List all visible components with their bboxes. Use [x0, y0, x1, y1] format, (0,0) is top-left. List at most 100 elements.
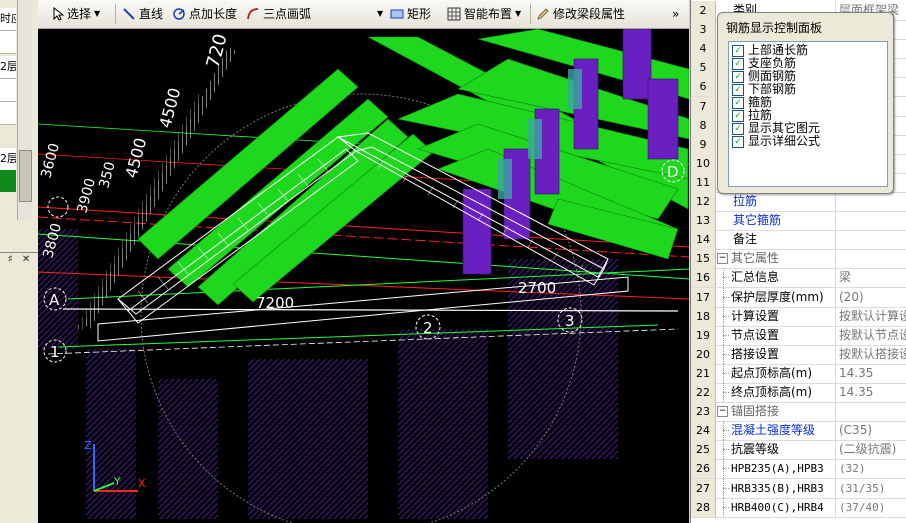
left-list-item[interactable]: 2层 — [0, 56, 16, 79]
checkbox-icon[interactable]: ✓ — [732, 57, 744, 70]
row-number: 15 — [691, 249, 716, 269]
select-button[interactable]: 选择 ▼ — [52, 4, 100, 24]
property-row[interactable]: 18 计算设置 按默认计算设 — [691, 306, 906, 327]
property-name: 其它属性 — [731, 251, 780, 266]
row-number: 27 — [691, 478, 716, 498]
property-name: HPB235(A),HPB3 — [715, 459, 835, 479]
checkbox-icon[interactable]: ✓ — [732, 96, 744, 109]
close-icon[interactable]: ✕ — [22, 254, 30, 265]
property-value[interactable]: 按默认搭接设 — [835, 344, 906, 364]
property-row[interactable]: 28 HRB400(C),HRB4 (37/40) — [691, 497, 906, 518]
property-row[interactable]: 16 汇总信息梁 — [691, 268, 906, 289]
left-dock-panel: 时应 2层 2层 ♯ ✕ — [0, 0, 39, 523]
dim-label: 4500 — [122, 136, 151, 180]
left-list-item[interactable]: 时应 — [0, 8, 16, 31]
pin-icon[interactable]: ♯ — [8, 254, 13, 265]
property-value[interactable]: (C35) — [835, 421, 906, 441]
three-point-arc-button[interactable]: 三点画弧 — [246, 4, 311, 24]
arc-dropdown-button[interactable]: ▼ — [374, 4, 383, 24]
checkbox-icon[interactable]: ✓ — [732, 70, 744, 83]
property-name: 混凝土强度等级 — [715, 421, 835, 441]
line-icon — [123, 8, 135, 20]
chevron-down-icon: ▼ — [94, 9, 101, 18]
scroll-thumb[interactable] — [19, 150, 32, 202]
property-row[interactable]: 19 节点设置 按默认节点设 — [691, 325, 906, 346]
drawing-toolbar: 选择 ▼ 直线 点加长度 三点画弧 ▼ 矩形 智能布置 ▼ 修改梁段属性 » — [38, 0, 689, 29]
property-row[interactable]: 23− 锚固搭接 — [691, 402, 906, 423]
property-name: 终点顶标高(m) — [715, 383, 835, 402]
rebar-options-list: ✓ 上部通长筋 ✓ 支座负筋 ✓ 侧面钢筋 ✓ 下部钢筋 ✓ 箍筋 ✓ 拉筋 ✓ 显示其它图元… — [728, 41, 888, 187]
property-row[interactable]: 17 保护层厚度(mm) (20) — [691, 287, 906, 308]
row-number: 24 — [691, 421, 716, 441]
point-length-label: 点加长度 — [189, 7, 238, 21]
dock-pane-header: ♯ ✕ — [0, 252, 38, 267]
checkbox-icon[interactable]: ✓ — [732, 122, 744, 135]
property-value[interactable]: (20) — [835, 287, 906, 307]
property-row[interactable]: 24 混凝土强度等级 (C35) — [691, 421, 906, 442]
row-number: 22 — [691, 383, 716, 402]
point-length-icon — [173, 8, 185, 20]
left-list-scrollbar[interactable] — [17, 0, 32, 220]
property-name: 锚固搭接 — [731, 404, 780, 419]
property-value[interactable] — [835, 211, 906, 231]
row-number: 6 — [691, 77, 716, 97]
checkbox-icon[interactable]: ✓ — [732, 109, 744, 122]
property-row[interactable]: 26 HPB235(A),HPB3 (32) — [691, 459, 906, 480]
3d-viewport[interactable]: 720 4500 4500 3600 350 3900 3800 7200 27… — [38, 29, 689, 523]
arc-icon — [247, 8, 259, 20]
line-button[interactable]: 直线 — [122, 4, 163, 24]
checkbox-icon[interactable]: ✓ — [732, 44, 744, 57]
property-row[interactable]: 15− 其它属性 — [691, 249, 906, 270]
property-row[interactable]: 22 终点顶标高(m) 14.35 — [691, 383, 906, 403]
property-value[interactable] — [835, 249, 906, 269]
toolbar-overflow-button[interactable]: » — [672, 4, 679, 24]
property-name: 汇总信息 — [715, 268, 835, 288]
left-list-item[interactable] — [0, 102, 16, 125]
property-value[interactable]: 14.35 — [835, 363, 906, 383]
row-number: 11 — [691, 172, 716, 192]
row-number: 12 — [691, 192, 716, 211]
rectangle-button[interactable]: 矩形 — [390, 4, 431, 24]
property-row[interactable]: 25 抗震等级 (二级抗震) — [691, 440, 906, 461]
property-row[interactable]: 21 起点顶标高(m) 14.35 — [691, 363, 906, 384]
row-number: 17 — [691, 287, 716, 307]
property-value[interactable] — [835, 192, 906, 211]
checkbox-icon[interactable]: ✓ — [732, 83, 744, 96]
property-row[interactable]: 27 HRB335(B),HRB3 (31/35) — [691, 478, 906, 499]
property-value[interactable] — [835, 230, 906, 250]
property-value[interactable]: (31/35) — [835, 478, 906, 498]
property-value[interactable]: 14.35 — [835, 383, 906, 402]
row-number: 16 — [691, 268, 716, 288]
property-value[interactable] — [835, 402, 906, 422]
property-row[interactable]: 14 备注 — [691, 230, 906, 251]
row-number: 10 — [691, 153, 716, 173]
property-name: 拉筋 — [733, 194, 758, 208]
property-row[interactable]: 12 拉筋 — [691, 192, 906, 212]
property-name: 计算设置 — [715, 306, 835, 326]
checkbox-icon[interactable]: ✓ — [732, 135, 744, 148]
left-list-item[interactable]: 2层 — [0, 148, 16, 171]
left-list-item[interactable] — [0, 79, 16, 102]
property-row[interactable]: 13 其它箍筋 — [691, 211, 906, 232]
cursor-icon — [53, 7, 64, 21]
point-length-button[interactable]: 点加长度 — [172, 4, 237, 24]
edit-beam-props-button[interactable]: 修改梁段属性 — [536, 4, 625, 24]
left-list-item[interactable] — [0, 31, 16, 54]
overflow-icon: » — [672, 7, 680, 21]
property-value[interactable]: (32) — [835, 459, 906, 479]
smart-layout-button[interactable]: 智能布置 ▼ — [447, 4, 521, 24]
column-mass — [38, 229, 618, 519]
selected-floor-swatch[interactable] — [0, 170, 16, 192]
option-show-formula[interactable]: ✓ 显示详细公式 — [732, 135, 820, 148]
property-value[interactable]: 按默认节点设 — [835, 325, 906, 345]
line-label: 直线 — [139, 7, 164, 21]
property-row[interactable]: 20 搭接设置 按默认搭接设 — [691, 344, 906, 365]
property-value[interactable]: (二级抗震) — [835, 440, 906, 460]
row-number: 8 — [691, 115, 716, 135]
axis-number: 2 — [423, 319, 433, 337]
property-value[interactable]: 按默认计算设 — [835, 306, 906, 326]
row-number: 25 — [691, 440, 716, 460]
property-value[interactable]: (37/40) — [835, 497, 906, 517]
edit-beam-label: 修改梁段属性 — [553, 7, 626, 21]
property-value[interactable]: 梁 — [835, 268, 906, 288]
